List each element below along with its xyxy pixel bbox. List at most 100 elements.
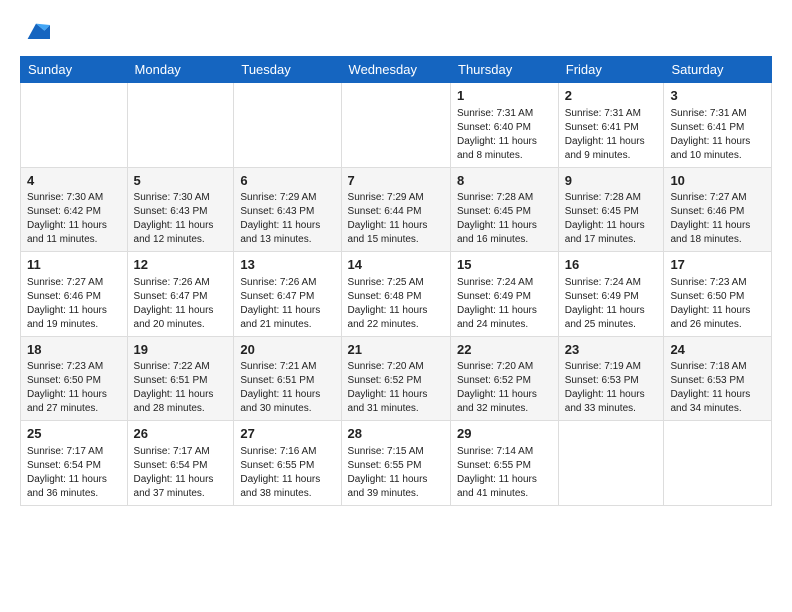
day-number: 2 [565,87,658,105]
day-info: Sunrise: 7:17 AM Sunset: 6:54 PM Dayligh… [27,445,121,501]
day-number: 26 [134,425,228,443]
calendar-cell: 11 Sunrise: 7:27 AM Sunset: 6:46 PM Dayli… [21,252,128,337]
logo-icon [22,18,50,46]
day-number: 18 [27,341,121,359]
calendar-cell: 2 Sunrise: 7:31 AM Sunset: 6:41 PM Daylig… [558,83,664,168]
calendar-cell: 16 Sunrise: 7:24 AM Sunset: 6:49 PM Dayli… [558,252,664,337]
calendar-cell: 14 Sunrise: 7:25 AM Sunset: 6:48 PM Dayli… [341,252,450,337]
day-number: 25 [27,425,121,443]
calendar-cell: 22Sunrise: 7:20 AM Sunset: 6:52 PM Dayli… [451,336,559,421]
calendar-cell: 7Sunrise: 7:29 AM Sunset: 6:44 PM Daylig… [341,167,450,252]
day-number: 16 [565,256,658,274]
day-number: 14 [348,256,444,274]
weekday-header: Tuesday [234,57,341,83]
day-number: 12 [134,256,228,274]
calendar-cell: 21Sunrise: 7:20 AM Sunset: 6:52 PM Dayli… [341,336,450,421]
day-number: 7 [348,172,444,190]
day-number: 21 [348,341,444,359]
calendar-cell [127,83,234,168]
calendar-cell: 5Sunrise: 7:30 AM Sunset: 6:43 PM Daylig… [127,167,234,252]
day-info: Sunrise: 7:29 AM Sunset: 6:44 PM Dayligh… [348,191,444,247]
calendar-cell [558,421,664,506]
calendar-cell: 6Sunrise: 7:29 AM Sunset: 6:43 PM Daylig… [234,167,341,252]
calendar-week-row: 18Sunrise: 7:23 AM Sunset: 6:50 PM Dayli… [21,336,772,421]
day-info: Sunrise: 7:27 AM Sunset: 6:46 PM Dayligh… [670,191,765,247]
calendar-cell [664,421,772,506]
calendar-cell: 3Sunrise: 7:31 AM Sunset: 6:41 PM Daylig… [664,83,772,168]
calendar-cell [341,83,450,168]
calendar-week-row: 11 Sunrise: 7:27 AM Sunset: 6:46 PM Dayli… [21,252,772,337]
day-info: Sunrise: 7:29 AM Sunset: 6:43 PM Dayligh… [240,191,334,247]
day-info: Sunrise: 7:18 AM Sunset: 6:53 PM Dayligh… [670,360,765,416]
day-info: Sunrise: 7:27 AM Sunset: 6:46 PM Dayligh… [27,276,121,332]
calendar-cell: 18Sunrise: 7:23 AM Sunset: 6:50 PM Dayli… [21,336,128,421]
day-info: Sunrise: 7:25 AM Sunset: 6:48 PM Dayligh… [348,276,444,332]
day-number: 29 [457,425,552,443]
calendar-cell: 27Sunrise: 7:16 AM Sunset: 6:55 PM Dayli… [234,421,341,506]
calendar-week-row: 1 Sunrise: 7:31 AM Sunset: 6:40 PM Daylig… [21,83,772,168]
day-info: Sunrise: 7:23 AM Sunset: 6:50 PM Dayligh… [27,360,121,416]
weekday-header: Saturday [664,57,772,83]
logo [20,18,50,46]
day-number: 23 [565,341,658,359]
header [20,18,772,46]
calendar-cell: 19Sunrise: 7:22 AM Sunset: 6:51 PM Dayli… [127,336,234,421]
day-info: Sunrise: 7:20 AM Sunset: 6:52 PM Dayligh… [457,360,552,416]
day-number: 20 [240,341,334,359]
day-info: Sunrise: 7:28 AM Sunset: 6:45 PM Dayligh… [457,191,552,247]
day-number: 13 [240,256,334,274]
calendar-cell: 26 Sunrise: 7:17 AM Sunset: 6:54 PM Dayli… [127,421,234,506]
day-number: 5 [134,172,228,190]
calendar-table: SundayMondayTuesdayWednesdayThursdayFrid… [20,56,772,506]
calendar-cell: 24Sunrise: 7:18 AM Sunset: 6:53 PM Dayli… [664,336,772,421]
page: SundayMondayTuesdayWednesdayThursdayFrid… [0,0,792,516]
calendar-cell: 20Sunrise: 7:21 AM Sunset: 6:51 PM Dayli… [234,336,341,421]
day-info: Sunrise: 7:21 AM Sunset: 6:51 PM Dayligh… [240,360,334,416]
day-number: 17 [670,256,765,274]
day-info: Sunrise: 7:23 AM Sunset: 6:50 PM Dayligh… [670,276,765,332]
calendar-cell: 8Sunrise: 7:28 AM Sunset: 6:45 PM Daylig… [451,167,559,252]
day-info: Sunrise: 7:26 AM Sunset: 6:47 PM Dayligh… [134,276,228,332]
calendar-week-row: 25 Sunrise: 7:17 AM Sunset: 6:54 PM Dayli… [21,421,772,506]
day-number: 10 [670,172,765,190]
day-number: 15 [457,256,552,274]
weekday-header: Thursday [451,57,559,83]
day-info: Sunrise: 7:17 AM Sunset: 6:54 PM Dayligh… [134,445,228,501]
day-info: Sunrise: 7:20 AM Sunset: 6:52 PM Dayligh… [348,360,444,416]
day-number: 9 [565,172,658,190]
day-number: 4 [27,172,121,190]
weekday-header: Sunday [21,57,128,83]
day-info: Sunrise: 7:31 AM Sunset: 6:40 PM Dayligh… [457,107,552,163]
day-info: Sunrise: 7:19 AM Sunset: 6:53 PM Dayligh… [565,360,658,416]
calendar-cell: 4Sunrise: 7:30 AM Sunset: 6:42 PM Daylig… [21,167,128,252]
day-number: 24 [670,341,765,359]
weekday-header: Wednesday [341,57,450,83]
day-number: 19 [134,341,228,359]
day-number: 27 [240,425,334,443]
calendar-cell: 9Sunrise: 7:28 AM Sunset: 6:45 PM Daylig… [558,167,664,252]
calendar-header-row: SundayMondayTuesdayWednesdayThursdayFrid… [21,57,772,83]
calendar-cell: 12 Sunrise: 7:26 AM Sunset: 6:47 PM Dayli… [127,252,234,337]
day-number: 11 [27,256,121,274]
calendar-week-row: 4Sunrise: 7:30 AM Sunset: 6:42 PM Daylig… [21,167,772,252]
day-info: Sunrise: 7:24 AM Sunset: 6:49 PM Dayligh… [457,276,552,332]
calendar-cell: 10Sunrise: 7:27 AM Sunset: 6:46 PM Dayli… [664,167,772,252]
day-info: Sunrise: 7:30 AM Sunset: 6:42 PM Dayligh… [27,191,121,247]
day-info: Sunrise: 7:22 AM Sunset: 6:51 PM Dayligh… [134,360,228,416]
day-info: Sunrise: 7:31 AM Sunset: 6:41 PM Dayligh… [670,107,765,163]
calendar-cell: 28Sunrise: 7:15 AM Sunset: 6:55 PM Dayli… [341,421,450,506]
calendar-cell: 29 Sunrise: 7:14 AM Sunset: 6:55 PM Dayli… [451,421,559,506]
calendar-cell: 15 Sunrise: 7:24 AM Sunset: 6:49 PM Dayli… [451,252,559,337]
calendar-cell: 23Sunrise: 7:19 AM Sunset: 6:53 PM Dayli… [558,336,664,421]
day-number: 1 [457,87,552,105]
day-info: Sunrise: 7:14 AM Sunset: 6:55 PM Dayligh… [457,445,552,501]
day-number: 22 [457,341,552,359]
calendar-cell: 1 Sunrise: 7:31 AM Sunset: 6:40 PM Daylig… [451,83,559,168]
calendar-cell [234,83,341,168]
calendar-cell: 17 Sunrise: 7:23 AM Sunset: 6:50 PM Dayli… [664,252,772,337]
calendar-cell [21,83,128,168]
day-info: Sunrise: 7:31 AM Sunset: 6:41 PM Dayligh… [565,107,658,163]
calendar-cell: 25 Sunrise: 7:17 AM Sunset: 6:54 PM Dayli… [21,421,128,506]
day-info: Sunrise: 7:24 AM Sunset: 6:49 PM Dayligh… [565,276,658,332]
weekday-header: Friday [558,57,664,83]
